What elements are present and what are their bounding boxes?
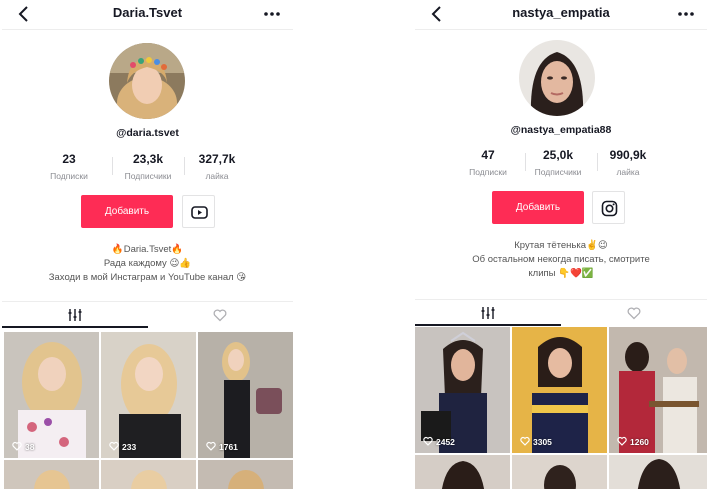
bio-line: Рада каждому 😉👍 xyxy=(103,258,192,269)
video-thumbnail[interactable]: 2452 xyxy=(415,327,510,453)
like-count: 1761 xyxy=(206,441,238,452)
stat-likes: 327,7k лайка xyxy=(180,152,254,181)
stat-value: 23,3k xyxy=(132,152,164,166)
like-count: 233 xyxy=(109,441,137,452)
liked-tab-icon xyxy=(213,309,227,322)
youtube-button[interactable] xyxy=(182,195,215,228)
content-tabs xyxy=(415,299,707,326)
bio: 🔥Daria.Tsvet🔥 Рада каждому 😉👍 Заходи в м… xyxy=(2,243,293,285)
video-thumbnail[interactable] xyxy=(4,460,99,489)
page-title: nastya_empatia xyxy=(512,5,610,20)
heart-icon xyxy=(206,441,216,451)
stat-label: лайка xyxy=(616,167,640,177)
content-tabs xyxy=(2,301,294,328)
active-tab-indicator xyxy=(2,326,148,328)
video-thumbnail[interactable] xyxy=(198,460,293,489)
stat-value: 23 xyxy=(62,152,76,166)
video-thumbnail[interactable]: 3305 xyxy=(512,327,607,453)
video-thumbnail[interactable] xyxy=(609,455,707,489)
page-title: Daria.Tsvet xyxy=(112,5,183,20)
video-thumbnail[interactable]: 233 xyxy=(101,332,196,458)
like-count: 3305 xyxy=(520,436,552,447)
videos-tab-icon xyxy=(481,307,495,319)
stats-row: 23 Подписки 23,3k Подписчики 327,7k лайк… xyxy=(2,152,293,188)
videos-tab-icon xyxy=(68,309,82,321)
like-count-value: 1260 xyxy=(630,437,649,447)
video-thumbnail[interactable] xyxy=(101,460,196,489)
heart-icon xyxy=(617,436,627,446)
stat-label: Подписки xyxy=(469,167,507,177)
active-tab-indicator xyxy=(415,324,561,326)
tab-liked[interactable] xyxy=(148,302,294,328)
follow-button[interactable]: Добавить xyxy=(492,191,584,224)
bio-line: Заходи в мой Инстаграм и YouTube канал 😘 xyxy=(48,272,247,283)
more-options-icon[interactable] xyxy=(677,7,695,21)
avatar[interactable] xyxy=(109,43,185,119)
video-thumbnail[interactable] xyxy=(415,455,510,489)
tab-liked[interactable] xyxy=(561,300,707,326)
video-thumbnail[interactable]: 38 xyxy=(4,332,99,458)
bio-line: клипы 👇❤️✅ xyxy=(528,268,594,279)
heart-icon xyxy=(109,441,119,451)
tab-videos[interactable] xyxy=(415,300,561,326)
top-bar: nastya_empatia xyxy=(415,0,707,28)
stat-followers[interactable]: 25,0k Подписчики xyxy=(521,148,595,177)
bio-line: Об остальном некогда писать, смотрите xyxy=(472,254,650,265)
like-count: 1260 xyxy=(617,436,649,447)
heart-icon xyxy=(520,436,530,446)
video-thumbnail[interactable]: 1260 xyxy=(609,327,707,453)
youtube-icon xyxy=(191,206,208,219)
follow-button[interactable]: Добавить xyxy=(81,195,173,228)
like-count-value: 3305 xyxy=(533,437,552,447)
like-count-value: 233 xyxy=(122,442,137,452)
bio: Крутая тётенька✌️😉 Об остальном некогда … xyxy=(415,239,707,281)
more-options-icon[interactable] xyxy=(263,7,281,21)
like-count-value: 38 xyxy=(25,442,35,452)
like-count-value: 2452 xyxy=(436,437,455,447)
profile-screen-left: Daria.Tsvet @daria.tsvet 23 Подписки 23,… xyxy=(2,0,293,489)
stat-value: 327,7k xyxy=(198,152,236,166)
username: @daria.tsvet xyxy=(116,127,179,139)
video-thumbnail[interactable] xyxy=(512,455,607,489)
top-bar: Daria.Tsvet xyxy=(2,0,293,28)
stat-followers[interactable]: 23,3k Подписчики xyxy=(111,152,185,181)
stat-value: 990,9k xyxy=(609,148,647,162)
stat-following[interactable]: 47 Подписки xyxy=(451,148,525,177)
stat-following[interactable]: 23 Подписки xyxy=(32,152,106,181)
profile-screen-right: nastya_empatia @nastya_empatia88 47 Подп… xyxy=(415,0,707,489)
avatar[interactable] xyxy=(519,40,595,116)
stat-value: 25,0k xyxy=(542,148,574,162)
video-thumbnail[interactable]: 1761 xyxy=(198,332,293,458)
like-count: 38 xyxy=(12,441,35,452)
tab-videos[interactable] xyxy=(2,302,148,328)
stats-row: 47 Подписки 25,0k Подписчики 990,9k лайк… xyxy=(415,148,707,184)
stat-label: Подписки xyxy=(50,171,88,181)
stat-label: лайка xyxy=(205,171,229,181)
stat-likes: 990,9k лайка xyxy=(591,148,665,177)
divider xyxy=(2,29,293,30)
stat-label: Подписчики xyxy=(534,167,582,177)
liked-tab-icon xyxy=(627,307,641,320)
bio-line: 🔥Daria.Tsvet🔥 xyxy=(111,244,184,255)
stat-label: Подписчики xyxy=(124,171,172,181)
instagram-icon xyxy=(601,200,618,217)
bio-line: Крутая тётенька✌️😉 xyxy=(514,240,608,251)
instagram-button[interactable] xyxy=(592,191,625,224)
username: @nastya_empatia88 xyxy=(510,124,612,136)
heart-icon xyxy=(423,436,433,446)
like-count: 2452 xyxy=(423,436,455,447)
divider xyxy=(415,29,707,30)
like-count-value: 1761 xyxy=(219,442,238,452)
heart-icon xyxy=(12,441,22,451)
stat-value: 47 xyxy=(481,148,495,162)
